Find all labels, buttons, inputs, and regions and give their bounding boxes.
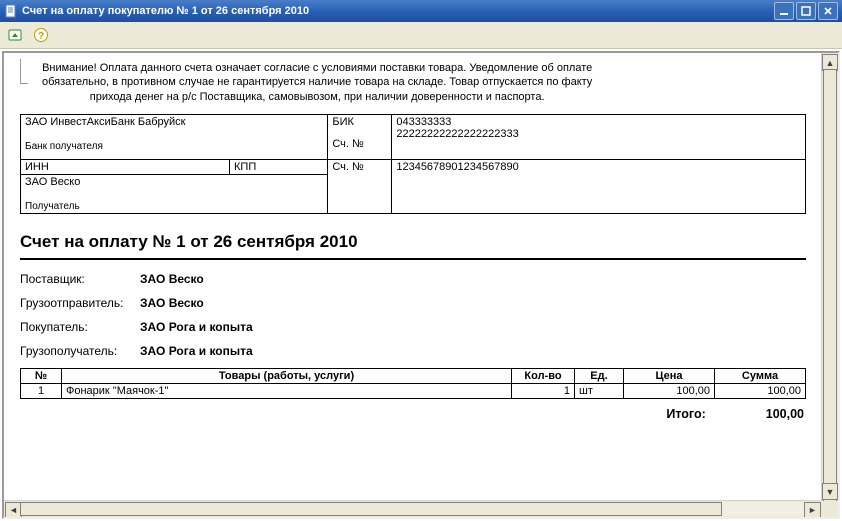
vertical-scrollbar[interactable]: ▲ ▼: [821, 53, 838, 501]
hscroll-thumb[interactable]: [20, 502, 722, 516]
toolbar: ?: [0, 22, 842, 49]
document-viewport: Внимание! Оплата данного счета означает …: [4, 53, 822, 501]
svg-text:?: ?: [38, 31, 44, 42]
cell-qty: 1: [512, 383, 575, 398]
cell-sum: 100,00: [715, 383, 806, 398]
invoice-title: Счет на оплату № 1 от 26 сентября 2010: [20, 232, 806, 252]
scroll-down-button[interactable]: ▼: [822, 483, 838, 500]
consignor-label: Грузоотправитель:: [20, 296, 140, 310]
notice-text: Внимание! Оплата данного счета означает …: [32, 59, 602, 114]
window-title: Счет на оплату покупателю № 1 от 26 сент…: [22, 5, 774, 17]
account-label: Сч. №: [328, 159, 392, 213]
total-row: Итого: 100,00: [20, 407, 806, 421]
cell-name: Фонарик "Маячок-1": [62, 383, 512, 398]
items-table: № Товары (работы, услуги) Кол-во Ед. Цен…: [20, 368, 806, 399]
buyer-label: Покупатель:: [20, 320, 140, 334]
minimize-button[interactable]: [774, 2, 794, 20]
payee-label: Получатель: [25, 201, 80, 212]
bank-info-table: ЗАО ИнвестАксиБанк Бабруйск Банк получат…: [20, 114, 806, 214]
consignee-label: Грузополучатель:: [20, 344, 140, 358]
inn-label: ИНН: [21, 159, 230, 174]
title-separator: [20, 258, 806, 260]
content-area: Внимание! Оплата данного счета означает …: [2, 51, 840, 519]
document-icon: [4, 4, 18, 18]
buyer-row: Покупатель: ЗАО Рога и копыта: [20, 320, 806, 334]
consignee-row: Грузополучатель: ЗАО Рога и копыта: [20, 344, 806, 358]
cell-unit: шт: [575, 383, 624, 398]
buyer-value: ЗАО Рога и копыта: [140, 320, 253, 334]
payee-name: ЗАО Веско: [25, 176, 80, 188]
kpp-label: КПП: [230, 159, 328, 174]
col-name: Товары (работы, услуги): [62, 368, 512, 383]
close-button[interactable]: [818, 2, 838, 20]
col-sum: Сумма: [715, 368, 806, 383]
col-qty: Кол-во: [512, 368, 575, 383]
scroll-corner: [822, 501, 838, 517]
total-value: 100,00: [766, 407, 804, 421]
supplier-row: Поставщик: ЗАО Веско: [20, 272, 806, 286]
invoice-document: Внимание! Оплата данного счета означает …: [4, 53, 822, 421]
cell-num: 1: [21, 383, 62, 398]
consignor-value: ЗАО Веско: [140, 296, 204, 310]
supplier-value: ЗАО Веско: [140, 272, 204, 286]
cell-price: 100,00: [624, 383, 715, 398]
home-button[interactable]: [4, 24, 26, 46]
supplier-label: Поставщик:: [20, 272, 140, 286]
col-unit: Ед.: [575, 368, 624, 383]
consignor-row: Грузоотправитель: ЗАО Веско: [20, 296, 806, 310]
horizontal-scrollbar[interactable]: ◄ ►: [4, 500, 822, 517]
col-price: Цена: [624, 368, 715, 383]
hscroll-track[interactable]: [20, 502, 806, 516]
consignee-value: ЗАО Рога и копыта: [140, 344, 253, 358]
scroll-right-button[interactable]: ►: [804, 502, 821, 518]
corr-account-value: 22222222222222222333: [396, 128, 518, 140]
payee-bank: ЗАО ИнвестАксиБанк Бабруйск: [25, 116, 186, 128]
total-label: Итого:: [666, 407, 705, 421]
vscroll-thumb[interactable]: [823, 69, 837, 511]
window: Счет на оплату покупателю № 1 от 26 сент…: [0, 0, 842, 521]
maximize-button[interactable]: [796, 2, 816, 20]
col-num: №: [21, 368, 62, 383]
corr-account-label: Сч. №: [328, 137, 392, 160]
table-row: 1 Фонарик "Маячок-1" 1 шт 100,00 100,00: [21, 383, 806, 398]
account-value: 12345678901234567890: [392, 159, 806, 213]
payee-bank-label: Банк получателя: [25, 141, 103, 152]
bik-label: БИК: [328, 114, 392, 137]
ruler-mark: [20, 59, 28, 84]
bik-value: 043333333: [396, 116, 451, 128]
titlebar[interactable]: Счет на оплату покупателю № 1 от 26 сент…: [0, 0, 842, 22]
vscroll-track[interactable]: [823, 69, 837, 485]
help-button[interactable]: ?: [30, 24, 52, 46]
